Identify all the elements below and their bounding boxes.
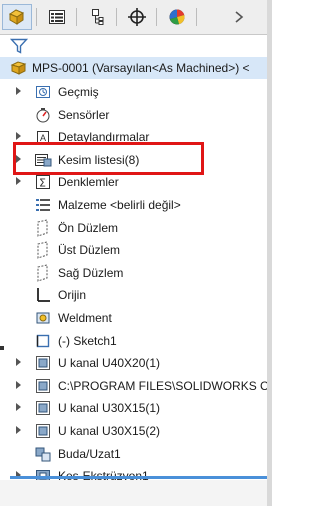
feature-manager-tab[interactable]: [2, 4, 32, 30]
horizontal-scrollbar[interactable]: [10, 476, 267, 479]
plane-icon: [37, 218, 48, 237]
resize-handle-marker[interactable]: [0, 346, 4, 350]
sensor-icon: [36, 107, 50, 123]
tree-item[interactable]: Weldment: [0, 307, 267, 329]
tree-item[interactable]: Ön Düzlem: [0, 217, 267, 239]
configuration-manager-tab[interactable]: [82, 4, 112, 30]
tree-root-label: MPS-0001 (Varsayılan<As Machined>) <: [32, 61, 250, 75]
tree-item-label: Geçmiş: [58, 85, 99, 99]
tree-item-label: Malzeme <belirli değil>: [58, 198, 181, 212]
chevron-right-icon: [235, 11, 244, 23]
tree-item-label: U kanal U40X20(1): [58, 356, 161, 371]
tree-item-label: U kanal U30X15(2): [58, 424, 161, 438]
manager-tabs-toolbar: [0, 0, 267, 35]
origin-icon: [37, 288, 50, 303]
tree-item[interactable]: Orijin: [0, 284, 267, 306]
expand-arrow-icon[interactable]: [16, 177, 21, 186]
tree-item-label: Buda/Uzat1: [58, 446, 121, 461]
tree-item-label: (-) Sketch1: [58, 333, 117, 348]
property-manager-tab-icon: [49, 10, 65, 24]
tree-item-label: Denklemler: [58, 175, 119, 190]
weldment-icon: [36, 312, 50, 324]
dimxpert-manager-tab-icon: [128, 8, 146, 26]
material-icon: [36, 199, 50, 211]
tree-item[interactable]: Buda/Uzat1: [0, 443, 267, 465]
tree-root-part[interactable]: MPS-0001 (Varsayılan<As Machined>) <: [0, 57, 267, 79]
filter-icon[interactable]: [10, 37, 28, 55]
display-manager-tab[interactable]: [162, 4, 192, 30]
tree-item[interactable]: C:\PROGRAM FILES\SOLIDWORKS C: [0, 375, 269, 397]
annotation-highlight-box: [13, 142, 204, 175]
tree-item[interactable]: Geçmiş: [0, 81, 267, 103]
trim-extend-icon: [35, 447, 51, 462]
tree-item-label: C:\PROGRAM FILES\SOLIDWORKS C: [58, 378, 269, 393]
structural-member-icon: [36, 424, 50, 438]
tree-item-label: Ön Düzlem: [58, 220, 119, 235]
structural-member-icon: [36, 401, 50, 416]
feature-manager-tab-icon: [8, 9, 25, 25]
expand-arrow-icon[interactable]: [16, 87, 21, 95]
tree-item[interactable]: U kanal U40X20(1): [0, 352, 267, 374]
plane-icon: [37, 241, 48, 259]
tree-item-label: Orijin: [58, 288, 87, 303]
svg-text:Σ: Σ: [39, 177, 46, 190]
dimxpert-manager-tab[interactable]: [122, 4, 152, 30]
property-manager-tab[interactable]: [42, 4, 72, 30]
tree-item[interactable]: Malzeme <belirli değil>: [0, 194, 267, 216]
plane-icon: [37, 264, 48, 282]
tree-item[interactable]: Sağ Düzlem: [0, 262, 267, 284]
tree-item[interactable]: U kanal U30X15(1): [0, 397, 267, 419]
expand-arrow-icon[interactable]: [16, 403, 21, 412]
tree-item-label: Weldment: [58, 311, 112, 325]
tree-item[interactable]: Sensörler: [0, 104, 267, 126]
feature-manager-panel: MPS-0001 (Varsayılan<As Machined>) < Geç…: [0, 0, 269, 506]
tree-item[interactable]: (-) Sketch1: [0, 330, 267, 352]
panel-splitter[interactable]: [267, 0, 272, 506]
more-tabs-button[interactable]: [226, 4, 252, 30]
configuration-manager-tab-icon: [92, 9, 104, 25]
tree-item-label: Üst Düzlem: [58, 243, 121, 258]
tree-item[interactable]: Üst Düzlem: [0, 239, 267, 261]
part-icon: [10, 61, 27, 75]
expand-arrow-icon[interactable]: [16, 426, 21, 434]
expand-arrow-icon[interactable]: [16, 132, 21, 141]
tree-item-label: Sensörler: [58, 107, 110, 122]
panel-bottom-area: [0, 480, 267, 506]
equations-icon: Σ: [36, 175, 50, 190]
structural-member-icon: [36, 378, 50, 393]
display-manager-tab-icon: [169, 9, 185, 25]
expand-arrow-icon[interactable]: [16, 358, 21, 367]
sketch-icon: [36, 334, 50, 347]
history-icon: [36, 86, 50, 98]
tree-item-label: U kanal U30X15(1): [58, 401, 161, 416]
expand-arrow-icon[interactable]: [16, 380, 21, 389]
tree-item-label: Sağ Düzlem: [58, 265, 124, 280]
tree-item[interactable]: U kanal U30X15(2): [0, 420, 267, 442]
structural-member-icon: [36, 356, 50, 371]
